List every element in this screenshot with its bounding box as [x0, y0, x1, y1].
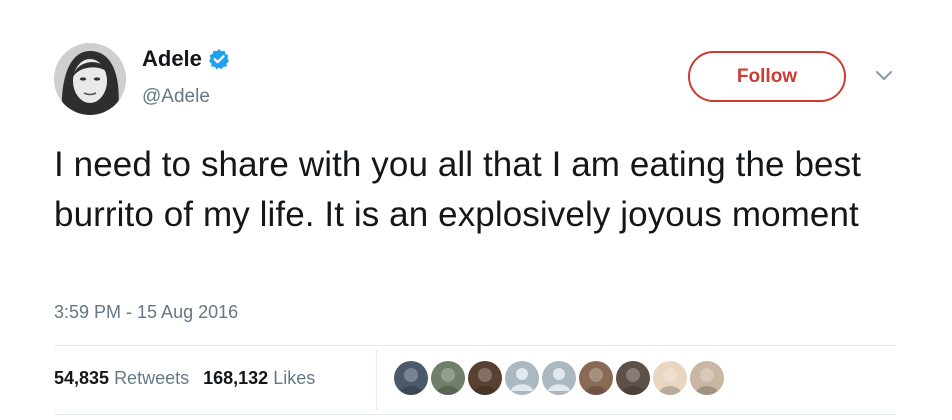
- profile-photo-icon: [473, 368, 497, 395]
- liker-avatar[interactable]: [579, 361, 613, 395]
- profile-photo-icon: [399, 368, 423, 395]
- liker-avatar[interactable]: [431, 361, 465, 395]
- default-user-icon: [548, 368, 570, 391]
- retweets-label: Retweets: [114, 368, 190, 388]
- tweet-timestamp[interactable]: 3:59 PM - 15 Aug 2016: [54, 302, 238, 323]
- user-handle[interactable]: @Adele: [142, 86, 210, 108]
- profile-photo-icon: [695, 368, 719, 395]
- user-name-row: Adele: [142, 46, 230, 72]
- liker-avatar[interactable]: [505, 361, 539, 395]
- likes-count: 168,132: [203, 368, 269, 388]
- profile-photo-icon: [658, 368, 682, 395]
- tweet-text: I need to share with you all that I am e…: [54, 145, 861, 234]
- verified-badge-icon: [208, 48, 230, 70]
- display-name[interactable]: Adele: [142, 46, 202, 72]
- retweets-count: 54,835: [54, 368, 110, 388]
- profile-photo-icon: [436, 368, 460, 395]
- liker-avatar[interactable]: [690, 361, 724, 395]
- chevron-down-icon[interactable]: [874, 68, 894, 84]
- follow-button[interactable]: Follow: [688, 51, 846, 102]
- likes-stat[interactable]: 168,132 Likes: [203, 368, 315, 389]
- default-user-icon: [511, 368, 533, 391]
- liker-avatar[interactable]: [542, 361, 576, 395]
- likes-label: Likes: [273, 368, 316, 388]
- tweet-stats: 54,835 Retweets 168,132 Likes: [54, 368, 329, 389]
- profile-photo-icon: [584, 368, 608, 395]
- liker-avatar[interactable]: [468, 361, 502, 395]
- stats-separator: [376, 350, 377, 410]
- liker-avatar[interactable]: [394, 361, 428, 395]
- avatar-portrait-icon: [54, 43, 126, 115]
- liker-avatar[interactable]: [616, 361, 650, 395]
- stats-divider-bottom: [54, 414, 896, 415]
- retweets-stat[interactable]: 54,835 Retweets: [54, 368, 189, 389]
- stats-divider-top: [54, 345, 896, 346]
- user-avatar[interactable]: [54, 43, 126, 115]
- liker-avatar[interactable]: [653, 361, 687, 395]
- liker-avatars: [394, 361, 727, 395]
- profile-photo-icon: [621, 368, 645, 395]
